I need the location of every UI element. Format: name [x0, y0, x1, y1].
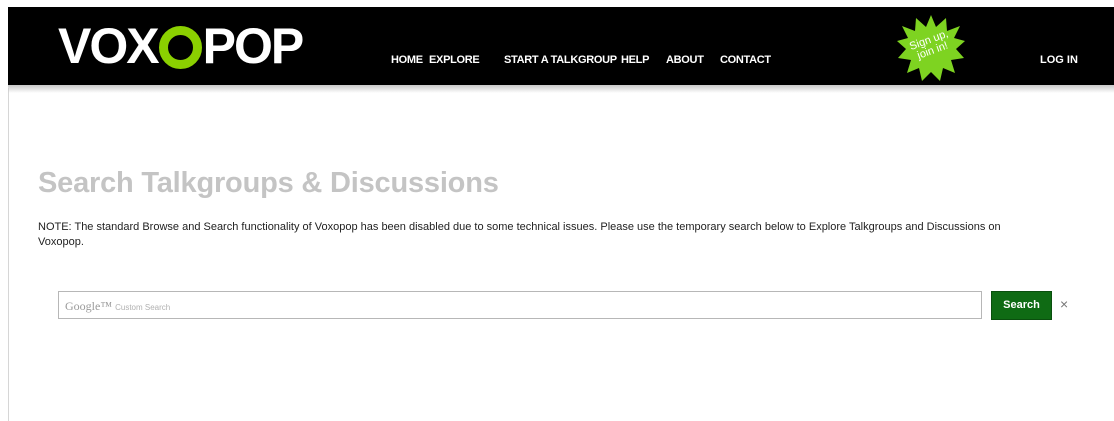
search-box[interactable]: Google™ Custom Search: [58, 291, 982, 319]
search-button[interactable]: Search: [991, 291, 1052, 320]
clear-search-icon[interactable]: ×: [1060, 296, 1068, 312]
page-left-border: [8, 88, 9, 421]
logo-text-right: POP: [202, 18, 305, 74]
nav-contact[interactable]: CONTACT: [720, 54, 771, 66]
search-input[interactable]: [59, 292, 981, 318]
voxopop-logo[interactable]: VOXOPOP: [58, 18, 305, 74]
signup-badge[interactable]: Sign up, join in!: [896, 13, 966, 83]
nav-about[interactable]: ABOUT: [666, 54, 704, 66]
nav-start-talkgroup[interactable]: START A TALKGROUP: [504, 54, 617, 66]
header-shadow: [8, 85, 1114, 93]
nav-home[interactable]: HOME: [391, 54, 423, 66]
nav-help[interactable]: HELP: [621, 54, 649, 66]
logo-o-ring: O: [158, 26, 202, 69]
notice-text: NOTE: The standard Browse and Search fun…: [38, 221, 1001, 248]
nav-explore[interactable]: EXPLORE: [429, 54, 480, 66]
logo-text-left: VOX: [58, 18, 160, 74]
page-title: Search Talkgroups & Discussions: [38, 167, 499, 199]
site-header: VOXOPOP HOME EXPLORE START A TALKGROUP H…: [8, 7, 1114, 85]
login-link[interactable]: LOG IN: [1040, 54, 1078, 66]
